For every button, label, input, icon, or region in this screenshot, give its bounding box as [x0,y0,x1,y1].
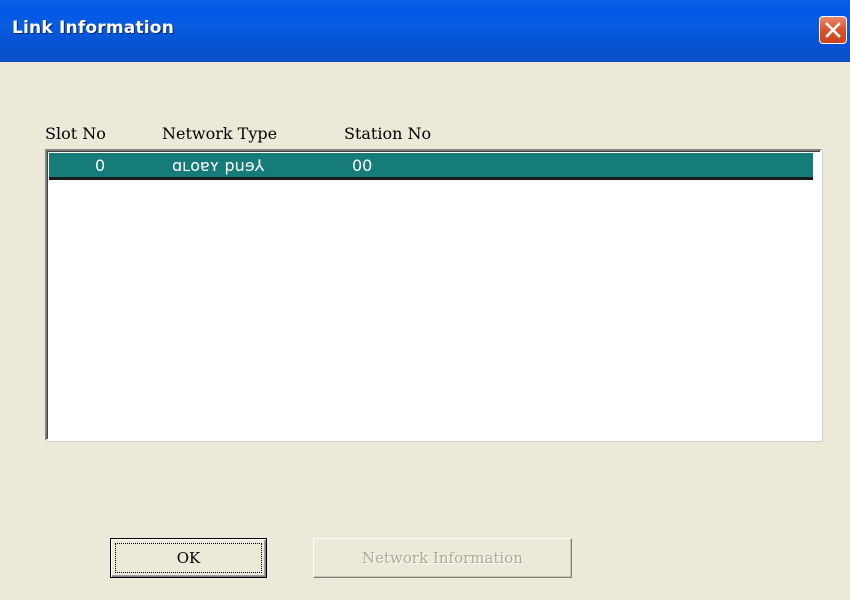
network-information-button[interactable]: Network Information [313,538,572,578]
column-header-network-type: Network Type [162,124,278,143]
link-information-dialog: Link Information Slot No Network Type St… [0,0,850,600]
network-information-button-label: Network Information [362,549,523,567]
list-item[interactable]: 0 ɑʟoɐʏ puɘ⅄ 00 [49,153,813,180]
column-header-station-no: Station No [344,124,432,143]
cell-network-type: ɑʟoɐʏ puɘ⅄ [172,156,265,175]
close-icon [825,22,841,38]
window-title: Link Information [12,18,174,38]
ok-button-label: OK [176,549,201,567]
title-bar[interactable]: Link Information [0,0,850,62]
cell-slot-no: 0 [95,156,106,175]
link-list[interactable]: 0 ɑʟoɐʏ puɘ⅄ 00 [45,149,822,441]
cell-station-no: 00 [352,156,373,175]
close-button[interactable] [819,16,847,44]
column-header-slot-no: Slot No [45,124,106,143]
ok-button[interactable]: OK [110,538,267,578]
